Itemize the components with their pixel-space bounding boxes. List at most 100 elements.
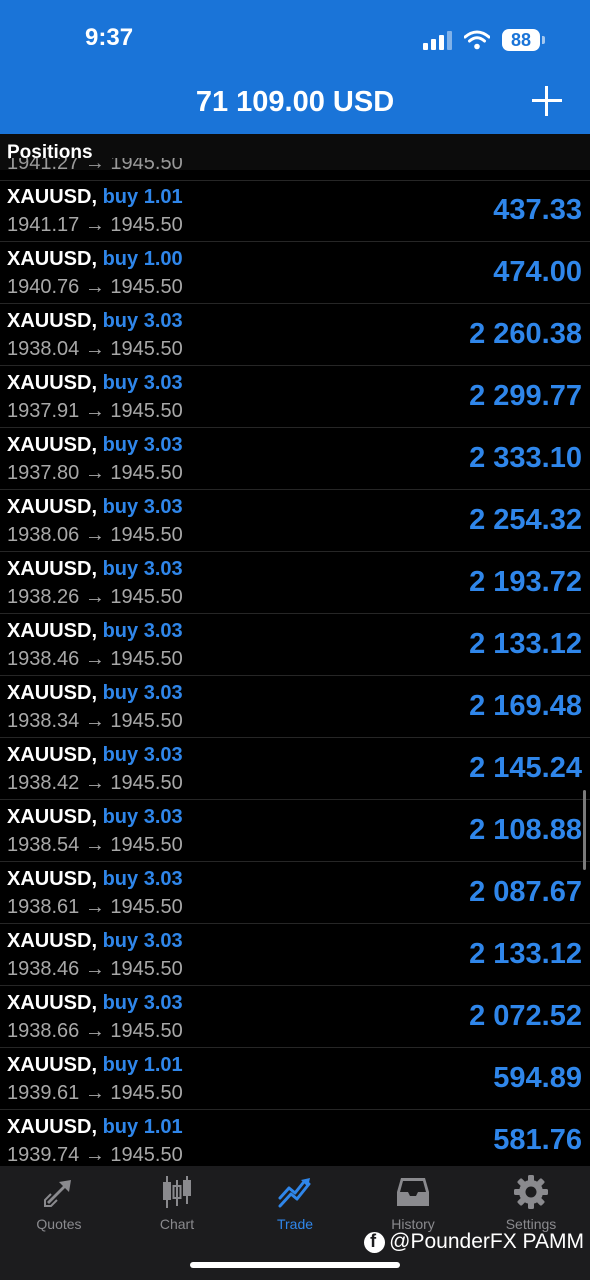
status-time: 9:37 xyxy=(85,24,134,51)
position-profit: 2 087.67 xyxy=(469,876,582,908)
position-row[interactable]: XAUUSD, buy 1.00 1940.76 → 1945.50 474.00 xyxy=(0,242,590,304)
position-symbol: XAUUSD, buy 3.03 xyxy=(7,992,183,1014)
position-row[interactable]: XAUUSD, buy 3.03 1938.06 → 1945.50 2 254.3… xyxy=(0,490,590,552)
position-direction: buy 3.03 xyxy=(102,992,183,1014)
position-direction: buy 3.03 xyxy=(102,744,183,766)
position-direction: buy 3.03 xyxy=(102,372,183,394)
position-prices: 1939.61 → 1945.50 xyxy=(7,1082,183,1104)
position-prices: 1938.46 → 1945.50 xyxy=(7,958,183,980)
position-row[interactable]: XAUUSD, buy 3.03 1938.46 → 1945.50 2 133.1… xyxy=(0,924,590,986)
position-profit: 2 133.12 xyxy=(469,938,582,970)
position-row[interactable]: XAUUSD, buy 3.03 1938.26 → 1945.50 2 193.7… xyxy=(0,552,590,614)
position-prices: 1937.80 → 1945.50 xyxy=(7,462,183,484)
status-indicators: 88 xyxy=(423,27,545,53)
add-order-button[interactable] xyxy=(532,86,562,116)
position-row[interactable]: XAUUSD, buy 1.01 1939.61 → 1945.50 594.89 xyxy=(0,1048,590,1110)
position-row[interactable]: XAUUSD, buy 3.03 1938.54 → 1945.50 2 108.8… xyxy=(0,800,590,862)
position-profit: 2 145.24 xyxy=(469,752,582,784)
position-prices: 1938.04 → 1945.50 xyxy=(7,338,183,360)
position-direction: buy 1.00 xyxy=(102,248,183,270)
position-symbol: XAUUSD, buy 3.03 xyxy=(7,496,183,518)
position-prices: 1937.91 → 1945.50 xyxy=(7,400,183,422)
position-symbol: XAUUSD, buy 3.03 xyxy=(7,868,183,890)
position-row[interactable]: XAUUSD, buy 3.03 1937.80 → 1945.50 2 333.1… xyxy=(0,428,590,490)
position-direction: buy 3.03 xyxy=(102,310,183,332)
position-symbol: XAUUSD, buy 1.01 xyxy=(7,186,183,208)
account-balance: 71 109.00 USD xyxy=(195,86,395,118)
position-direction: buy 3.03 xyxy=(102,930,183,952)
position-profit: 2 193.72 xyxy=(469,566,582,598)
position-direction: buy 3.03 xyxy=(102,806,183,828)
candlestick-icon xyxy=(163,1176,191,1208)
position-prices: 1938.46 → 1945.50 xyxy=(7,648,183,670)
position-row[interactable]: XAUUSD, buy 3.03 1938.34 → 1945.50 2 169.4… xyxy=(0,676,590,738)
app-header: 9:37 88 71 109.00 USD xyxy=(0,0,590,134)
position-direction: buy 1.01 xyxy=(102,1116,183,1138)
position-symbol: XAUUSD, buy 1.00 xyxy=(7,248,183,270)
position-prices: 1938.42 → 1945.50 xyxy=(7,772,183,794)
position-row[interactable]: XAUUSD, buy 3.03 1937.91 → 1945.50 2 299.7… xyxy=(0,366,590,428)
position-row[interactable]: XAUUSD, buy 3.03 1938.66 → 1945.50 2 072.5… xyxy=(0,986,590,1048)
position-symbol: XAUUSD, buy 3.03 xyxy=(7,930,183,952)
position-prices: 1938.06 → 1945.50 xyxy=(7,524,183,546)
position-row[interactable]: XAUUSD, buy 1.01 1939.74 → 1945.50 581.76 xyxy=(0,1110,590,1172)
position-profit: 2 333.10 xyxy=(469,442,582,474)
position-profit: 2 072.52 xyxy=(469,1000,582,1032)
position-profit: 2 133.12 xyxy=(469,628,582,660)
position-symbol: XAUUSD, buy 3.03 xyxy=(7,372,183,394)
position-row[interactable]: XAUUSD, buy 1.01 1941.17 → 1945.50 437.33 xyxy=(0,180,590,242)
tab-settings[interactable]: Settings xyxy=(472,1174,590,1232)
position-symbol: XAUUSD, buy 3.03 xyxy=(7,682,183,704)
position-prices: 1938.34 → 1945.50 xyxy=(7,710,183,732)
tab-history[interactable]: History xyxy=(354,1174,472,1232)
partial-position-row[interactable]: 1941.27 → 1945.50 xyxy=(0,158,590,181)
position-symbol: XAUUSD, buy 3.03 xyxy=(7,310,183,332)
position-profit: 2 254.32 xyxy=(469,504,582,536)
battery-icon: 88 xyxy=(502,29,545,51)
wifi-icon xyxy=(464,30,490,50)
watermark-text: @PounderFX PAMM xyxy=(389,1230,584,1253)
position-direction: buy 3.03 xyxy=(102,496,183,518)
position-row[interactable]: XAUUSD, buy 3.03 1938.61 → 1945.50 2 087.6… xyxy=(0,862,590,924)
position-direction: buy 3.03 xyxy=(102,558,183,580)
facebook-icon xyxy=(364,1231,386,1253)
position-symbol: XAUUSD, buy 3.03 xyxy=(7,806,183,828)
position-symbol: XAUUSD, buy 1.01 xyxy=(7,1054,183,1076)
position-profit: 594.89 xyxy=(493,1062,582,1094)
position-prices: 1940.76 → 1945.50 xyxy=(7,276,183,298)
position-profit: 581.76 xyxy=(493,1124,582,1156)
position-symbol: XAUUSD, buy 3.03 xyxy=(7,620,183,642)
watermark: @PounderFX PAMM xyxy=(364,1230,584,1254)
position-row[interactable]: XAUUSD, buy 3.03 1938.46 → 1945.50 2 133.1… xyxy=(0,614,590,676)
quotes-arrows-icon xyxy=(44,1180,71,1207)
position-profit: 2 169.48 xyxy=(469,690,582,722)
position-direction: buy 1.01 xyxy=(102,1054,183,1076)
position-row[interactable]: XAUUSD, buy 3.03 1938.42 → 1945.50 2 145.2… xyxy=(0,738,590,800)
position-symbol: XAUUSD, buy 1.01 xyxy=(7,1116,183,1138)
position-direction: buy 1.01 xyxy=(102,186,183,208)
position-prices: 1939.74 → 1945.50 xyxy=(7,1144,183,1166)
position-direction: buy 3.03 xyxy=(102,434,183,456)
tab-quotes[interactable]: Quotes xyxy=(0,1174,118,1232)
position-symbol: XAUUSD, buy 3.03 xyxy=(7,558,183,580)
positions-list: XAUUSD, buy 1.01 1941.17 → 1945.50 437.33 X… xyxy=(0,180,590,1172)
tab-trade[interactable]: Trade xyxy=(236,1174,354,1232)
scrollbar[interactable] xyxy=(583,790,586,870)
position-prices: 1941.17 → 1945.50 xyxy=(7,214,183,236)
inbox-tray-icon xyxy=(397,1178,429,1206)
trade-trend-icon xyxy=(278,1178,311,1208)
position-profit: 437.33 xyxy=(493,194,582,226)
position-profit: 474.00 xyxy=(493,256,582,288)
tab-chart[interactable]: Chart xyxy=(118,1174,236,1232)
position-profit: 2 260.38 xyxy=(469,318,582,350)
position-prices: 1938.61 → 1945.50 xyxy=(7,896,183,918)
position-prices: 1938.54 → 1945.50 xyxy=(7,834,183,856)
position-direction: buy 3.03 xyxy=(102,682,183,704)
position-prices: 1938.66 → 1945.50 xyxy=(7,1020,183,1042)
home-indicator xyxy=(190,1262,400,1268)
position-symbol: XAUUSD, buy 3.03 xyxy=(7,434,183,456)
partial-row-prices: 1941.27 → 1945.50 xyxy=(7,158,183,174)
position-direction: buy 3.03 xyxy=(102,868,183,890)
position-direction: buy 3.03 xyxy=(102,620,183,642)
position-row[interactable]: XAUUSD, buy 3.03 1938.04 → 1945.50 2 260.3… xyxy=(0,304,590,366)
